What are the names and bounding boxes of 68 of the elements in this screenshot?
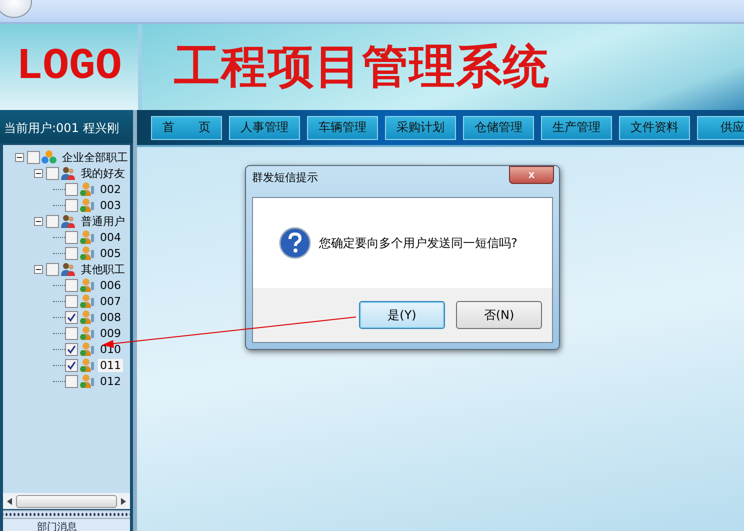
user-icon <box>60 214 76 228</box>
checkbox[interactable] <box>65 342 78 356</box>
tree-item[interactable]: 012 <box>98 374 123 388</box>
checkbox[interactable] <box>27 150 40 164</box>
checkbox[interactable] <box>65 182 78 196</box>
tree-item[interactable]: 011 <box>98 358 123 372</box>
user-icon <box>79 358 95 372</box>
user-icon <box>79 230 95 244</box>
question-icon <box>279 227 311 259</box>
checkbox[interactable] <box>46 214 59 228</box>
dialog-title: 群发短信提示 <box>252 170 318 185</box>
nav-tab[interactable]: 首 页 <box>151 116 222 140</box>
user-icon <box>41 150 57 164</box>
checkbox[interactable] <box>65 310 78 324</box>
tree-item[interactable]: 006 <box>98 278 123 292</box>
logo: LOGO <box>16 42 122 92</box>
user-icon <box>79 326 95 340</box>
user-icon <box>79 342 95 356</box>
nav-tab[interactable]: 仓储管理 <box>463 116 534 140</box>
nav-tab[interactable]: 人事管理 <box>229 116 300 140</box>
tree-item[interactable]: 其他职工 <box>79 262 127 276</box>
horizontal-scrollbar[interactable] <box>3 493 130 509</box>
checkbox[interactable] <box>65 326 78 340</box>
collapse-toggle[interactable] <box>34 264 43 274</box>
user-icon <box>79 246 95 260</box>
collapse-toggle[interactable] <box>34 216 43 226</box>
user-icon <box>79 310 95 324</box>
user-icon <box>79 374 95 388</box>
nav-tab[interactable]: 文件资料 <box>619 116 690 140</box>
user-icon <box>79 182 95 196</box>
tree-item[interactable]: 我的好友 <box>79 166 127 180</box>
tree-item[interactable]: 008 <box>98 310 123 324</box>
checkbox[interactable] <box>46 166 59 180</box>
nav-tab[interactable]: 采购计划 <box>385 116 456 140</box>
collapse-toggle[interactable] <box>34 168 43 178</box>
nav-tab[interactable]: 生产管理 <box>541 116 612 140</box>
nav-tab[interactable]: 车辆管理 <box>307 116 378 140</box>
scroll-right-icon[interactable] <box>121 498 126 504</box>
dialog-button[interactable]: 否(N) <box>456 301 542 329</box>
collapse-toggle[interactable] <box>15 152 24 162</box>
checkbox[interactable] <box>46 262 59 276</box>
user-icon <box>60 262 76 276</box>
checkbox[interactable] <box>65 358 78 372</box>
current-user-label: 当前用户:001 程兴刚 <box>0 110 133 143</box>
checkbox[interactable] <box>65 278 78 292</box>
tree-item[interactable]: 普通用户 <box>79 214 127 228</box>
splitter-grip[interactable] <box>3 510 130 519</box>
tree-item[interactable]: 009 <box>98 326 123 340</box>
checkbox[interactable] <box>65 230 78 244</box>
checkbox[interactable] <box>65 374 78 388</box>
user-icon <box>79 198 95 212</box>
tree-item[interactable]: 企业全部职工 <box>60 150 130 164</box>
tree-item[interactable]: 005 <box>98 246 123 260</box>
scroll-left-icon[interactable] <box>7 498 12 504</box>
user-icon <box>79 294 95 308</box>
system-title: 工程项目管理系统 <box>174 38 550 95</box>
dialog-message: 您确定要向多个用户发送同一短信吗? <box>319 234 518 252</box>
user-icon <box>79 278 95 292</box>
tree-item[interactable]: 003 <box>98 198 123 212</box>
checkbox[interactable] <box>65 246 78 260</box>
tree-item[interactable]: 002 <box>98 182 123 196</box>
tree-item[interactable]: 007 <box>98 294 123 308</box>
checkbox[interactable] <box>65 294 78 308</box>
dialog-button[interactable]: 是(Y) <box>359 301 445 329</box>
tree-item[interactable]: 004 <box>98 230 123 244</box>
nav-tab[interactable]: 供应 <box>697 116 744 140</box>
checkbox[interactable] <box>65 198 78 212</box>
user-icon <box>60 166 76 180</box>
